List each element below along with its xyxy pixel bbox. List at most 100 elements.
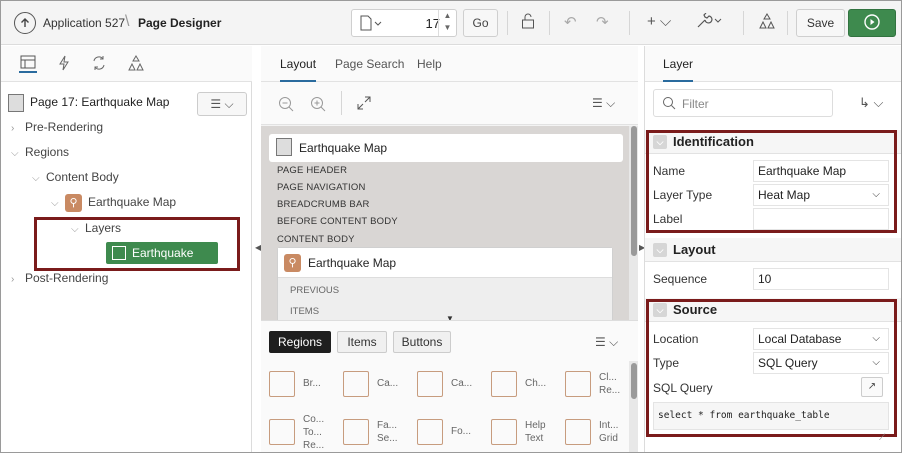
gallery-tab-regions[interactable]: Regions <box>269 331 331 353</box>
layout-toolbar: ☰ ⌵ <box>261 82 638 125</box>
position-breadcrumb-bar[interactable]: BREADCRUMB BAR <box>277 199 370 210</box>
canvas-scrollbar-thumb[interactable] <box>631 126 637 256</box>
gallery-item-label: Cl... Re... <box>599 372 621 396</box>
tree-node-region-earthquake-map[interactable]: ⌵ ⚲ Earthquake Map <box>51 192 176 212</box>
gallery-item[interactable]: Co... To... Re... <box>269 413 353 452</box>
filter-placeholder: Filter <box>682 97 709 111</box>
create-menu-icon[interactable]: + ⌵ <box>647 13 671 30</box>
position-before-content-body[interactable]: BEFORE CONTENT BODY <box>277 216 398 227</box>
toolbar-divider <box>507 11 508 35</box>
gallery-item[interactable]: Help Text <box>491 413 575 452</box>
go-to-group-icon[interactable]: ↳ ⌵ <box>859 95 883 111</box>
collapse-section-icon[interactable]: ⌵ <box>653 243 667 257</box>
region-type-icon <box>565 419 591 445</box>
region-position-items[interactable]: ITEMS <box>290 306 319 317</box>
chevron-down-icon[interactable]: ⌵ <box>11 144 25 164</box>
chevron-right-icon[interactable]: › <box>11 270 25 290</box>
gallery-item[interactable]: Ca... <box>343 365 427 407</box>
tree-node-content-body[interactable]: ⌵ Content Body <box>32 167 119 187</box>
gallery-tab-buttons[interactable]: Buttons <box>393 331 451 353</box>
expand-icon[interactable] <box>357 96 371 113</box>
region-type-icon <box>491 419 517 445</box>
page-designer-window: Application 527 \ Page Designer 17 ▲ ▼ Go… <box>0 0 902 453</box>
page-number-spinner[interactable]: ▲ ▼ <box>438 10 456 36</box>
tree-actions-menu-button[interactable]: ☰ ⌵ <box>197 92 247 116</box>
utilities-wrench-icon[interactable] <box>696 12 724 33</box>
layout-canvas[interactable]: Earthquake Map PAGE HEADER PAGE NAVIGATI… <box>261 126 629 320</box>
chevron-down-icon[interactable]: ⌵ <box>51 194 65 214</box>
rendering-tab-icon[interactable] <box>19 55 37 73</box>
zoom-in-icon[interactable] <box>310 96 326 115</box>
tree-node-pre-rendering[interactable]: › Pre-Rendering <box>11 117 103 137</box>
section-layout-header[interactable]: ⌵ Layout <box>645 238 901 262</box>
resize-handle-icon[interactable]: ⟋ <box>879 432 885 443</box>
gallery-scrollbar-thumb[interactable] <box>631 363 637 399</box>
processing-tab-icon[interactable] <box>90 55 108 73</box>
tab-help[interactable]: Help <box>417 57 442 71</box>
shared-components-tab-icon[interactable] <box>127 55 145 73</box>
region-type-icon <box>417 419 443 445</box>
top-toolbar: Application 527 \ Page Designer 17 ▲ ▼ Go… <box>1 1 901 45</box>
toolbar-divider <box>549 11 550 35</box>
left-panel-tabs <box>1 46 252 82</box>
page-icon[interactable] <box>360 15 382 34</box>
region-card-header[interactable]: ⚲ Earthquake Map <box>278 248 612 278</box>
tree-page-node[interactable]: Page 17: Earthquake Map <box>8 92 169 112</box>
component-gallery: Regions Items Buttons ☰ ⌵ Br... Ca... Ca..… <box>261 320 638 452</box>
page-title: Page Designer <box>138 16 222 30</box>
tab-layout[interactable]: Layout <box>280 57 317 82</box>
lock-icon[interactable] <box>521 13 535 33</box>
prop-label-sequence: Sequence <box>653 272 708 286</box>
gallery-item[interactable]: Ch... <box>491 365 575 407</box>
tab-layer[interactable]: Layer <box>663 57 694 82</box>
gallery-item[interactable]: Br... <box>269 365 353 407</box>
gallery-item[interactable]: Fa... Se... <box>343 413 427 452</box>
highlight-box-source <box>646 299 897 437</box>
page-number-input[interactable]: 17 <box>392 16 440 31</box>
highlight-box-identification <box>646 130 897 233</box>
zoom-out-icon[interactable] <box>278 96 294 115</box>
tree-node-label: Regions <box>25 145 70 159</box>
dynamic-actions-tab-icon[interactable] <box>55 55 73 73</box>
layout-menu-icon[interactable]: ☰ ⌵ <box>592 96 615 111</box>
gallery-tab-items[interactable]: Items <box>337 331 387 353</box>
app-up-icon[interactable] <box>14 12 36 34</box>
run-page-button[interactable] <box>848 9 896 37</box>
tree-node-label: Content Body <box>46 170 119 184</box>
page-icon <box>8 93 24 112</box>
layout-region-card[interactable]: ⚲ Earthquake Map PREVIOUS ITEMS <box>277 247 613 320</box>
tree-node-post-rendering[interactable]: › Post-Rendering <box>11 268 108 288</box>
gallery-item[interactable]: Ca... <box>417 365 501 407</box>
shared-components-icon[interactable] <box>759 13 775 33</box>
page-icon <box>276 138 292 156</box>
position-page-header[interactable]: PAGE HEADER <box>277 165 347 176</box>
region-position-previous[interactable]: PREVIOUS <box>290 285 339 296</box>
app-title-link[interactable]: Application 527 <box>43 16 125 30</box>
chevron-down-icon[interactable]: ⌵ <box>32 169 46 189</box>
tree-page-label: Page 17: Earthquake Map <box>30 95 170 109</box>
rendering-tree-panel: Page 17: Earthquake Map ☰ ⌵ › Pre-Renderi… <box>1 46 252 452</box>
layout-page-card[interactable]: Earthquake Map <box>269 134 623 162</box>
map-region-icon: ⚲ <box>284 254 301 272</box>
go-button[interactable]: Go <box>463 9 498 37</box>
region-type-icon <box>343 371 369 397</box>
sequence-field[interactable]: 10 <box>753 268 889 290</box>
undo-icon[interactable]: ↶ <box>564 13 577 31</box>
gallery-menu-icon[interactable]: ☰ ⌵ <box>595 335 618 350</box>
breadcrumb-separator: \ <box>125 13 130 30</box>
page-selector[interactable]: 17 ▲ ▼ <box>351 9 457 37</box>
redo-icon[interactable]: ↷ <box>596 13 609 31</box>
region-type-icon <box>269 371 295 397</box>
gallery-item[interactable]: Fo... <box>417 413 501 452</box>
position-page-navigation[interactable]: PAGE NAVIGATION <box>277 182 366 193</box>
position-content-body[interactable]: CONTENT BODY <box>277 234 355 245</box>
save-button[interactable]: Save <box>796 9 845 37</box>
chevron-right-icon[interactable]: › <box>11 119 25 139</box>
property-filter-input[interactable]: Filter <box>653 89 833 117</box>
tab-page-search[interactable]: Page Search <box>335 57 404 71</box>
toolbar-divider <box>787 11 788 35</box>
region-type-icon <box>417 371 443 397</box>
tree-node-regions[interactable]: ⌵ Regions <box>11 142 69 162</box>
layout-panel: Layout Page Search Help ☰ ⌵ Earthquake M… <box>261 46 638 452</box>
region-type-icon <box>269 419 295 445</box>
